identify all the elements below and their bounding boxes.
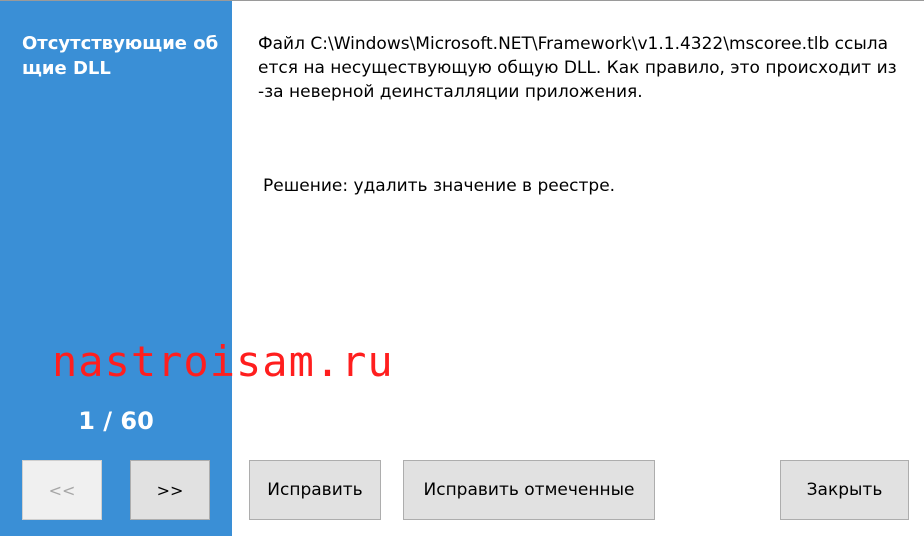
fix-button[interactable]: Исправить (249, 460, 381, 520)
fix-checked-button[interactable]: Исправить отмеченные (403, 460, 655, 520)
issue-dialog: Отсутствующие общие DLL 1 / 60 << >> Фай… (0, 0, 924, 536)
watermark: nastroisam.ru (52, 337, 394, 386)
issue-description: Файл C:\Windows\Microsoft.NET\Framework\… (258, 32, 898, 104)
issue-description-text: Файл C:\Windows\Microsoft.NET\Framework\… (258, 34, 897, 102)
issue-solution: Решение: удалить значение в реестре. (263, 176, 616, 196)
previous-button[interactable]: << (22, 460, 102, 520)
sidebar: Отсутствующие общие DLL 1 / 60 << >> (0, 1, 232, 536)
close-button[interactable]: Закрыть (780, 460, 909, 520)
next-button[interactable]: >> (130, 460, 210, 520)
issue-category-title: Отсутствующие общие DLL (22, 33, 219, 79)
page-counter: 1 / 60 (78, 407, 154, 435)
